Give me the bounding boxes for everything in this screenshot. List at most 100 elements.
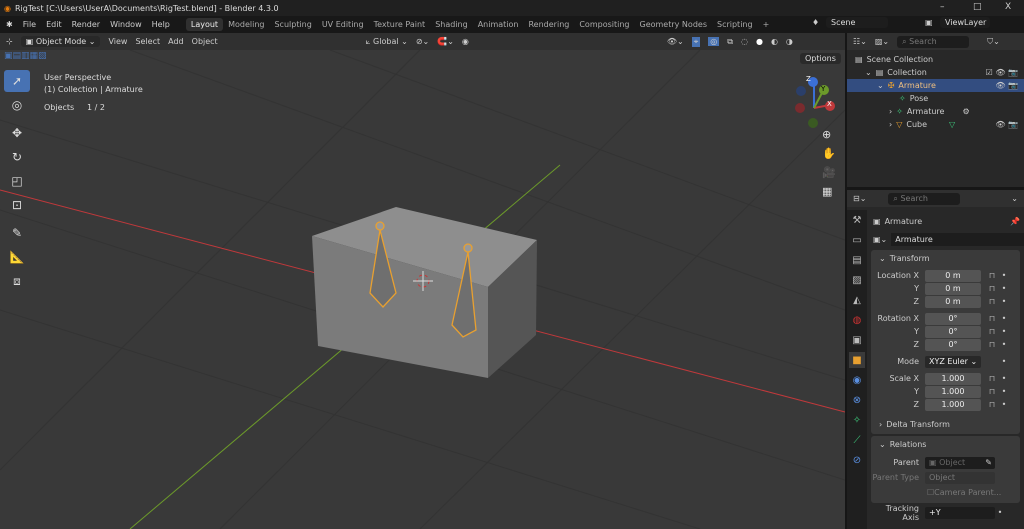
menu-select[interactable]: Select xyxy=(135,37,160,46)
editor-type-icon[interactable]: ⊹ xyxy=(6,37,13,46)
select-tool-icon[interactable]: ➚ xyxy=(4,70,30,92)
display-mode-icon[interactable]: ☷⌄ xyxy=(853,37,867,46)
armature-data-tab-icon[interactable]: ✧ xyxy=(849,412,865,428)
move-tool-icon[interactable]: ✥ xyxy=(4,122,30,144)
view-layer-selector[interactable]: ViewLayer xyxy=(940,17,990,28)
render-tab-icon[interactable]: ▭ xyxy=(849,232,865,248)
location-z-field[interactable]: 0 m xyxy=(925,295,981,308)
location-x-field[interactable]: 0 m xyxy=(925,269,981,282)
tab-scripting[interactable]: Scripting xyxy=(712,18,758,31)
tab-shading[interactable]: Shading xyxy=(430,18,473,31)
outliner-armature-object[interactable]: ⌄ ✠ Armature 👁 📷 xyxy=(847,79,1024,92)
parent-field[interactable]: ▣ Object ✎ xyxy=(925,456,995,469)
pin-icon[interactable]: 📌 xyxy=(1010,217,1024,226)
collection-tab-icon[interactable]: ▣ xyxy=(849,332,865,348)
view-layer-tab-icon[interactable]: ▨ xyxy=(849,272,865,288)
3d-viewport[interactable]: User Perspective (1) Collection | Armatu… xyxy=(0,50,845,529)
tab-animation[interactable]: Animation xyxy=(473,18,524,31)
menu-edit[interactable]: Edit xyxy=(46,20,62,29)
zoom-icon[interactable]: ⊕ xyxy=(822,128,836,141)
xray-icon[interactable]: ⧉ xyxy=(727,37,733,47)
scale-x-field[interactable]: 1.000 xyxy=(925,372,981,385)
rotation-x-field[interactable]: 0° xyxy=(925,312,981,325)
mode-dropdown[interactable]: ▣ Object Mode ⌄ xyxy=(20,36,101,47)
scene-selector[interactable]: Scene xyxy=(826,17,888,28)
gizmo-toggle-icon[interactable]: ⌖ xyxy=(691,36,701,47)
keyframe-dot-icon[interactable]: • xyxy=(999,284,1009,293)
pivot-icon[interactable]: ⊘⌄ xyxy=(416,37,429,46)
minimize-button[interactable]: – xyxy=(940,2,945,12)
outliner-cube[interactable]: › ▽ Cube ▽ 👁 📷 xyxy=(847,118,1024,131)
lock-icon[interactable]: ⊓ xyxy=(985,284,999,293)
lock-icon[interactable]: ⊓ xyxy=(985,297,999,306)
keyframe-dot-icon[interactable]: • xyxy=(999,374,1009,383)
lock-icon[interactable]: ⊓ xyxy=(985,400,999,409)
tab-uv-editing[interactable]: UV Editing xyxy=(317,18,369,31)
eyedropper-icon[interactable]: ✎ xyxy=(985,457,995,469)
keyframe-dot-icon[interactable]: • xyxy=(999,357,1009,366)
material-shading-icon[interactable]: ◐ xyxy=(771,37,778,46)
rendered-shading-icon[interactable]: ◑ xyxy=(786,37,793,46)
outliner-armature-data[interactable]: › ✧ Armature ⚙ xyxy=(847,105,1024,118)
visibility-controls[interactable]: 👁 📷 xyxy=(995,81,1024,90)
lock-icon[interactable]: ⊓ xyxy=(985,387,999,396)
outliner-scene-collection[interactable]: ▤ Scene Collection xyxy=(847,53,1024,66)
lock-icon[interactable]: ⊓ xyxy=(985,314,999,323)
measure-tool-icon[interactable]: 📐 xyxy=(4,246,30,268)
keyframe-dot-icon[interactable]: • xyxy=(999,340,1009,349)
scale-y-field[interactable]: 1.000 xyxy=(925,385,981,398)
blender-menu-icon[interactable]: ✱ xyxy=(6,20,13,29)
lock-icon[interactable]: ⊓ xyxy=(985,327,999,336)
world-tab-icon[interactable]: ◍ xyxy=(849,312,865,328)
tracking-axis-dropdown[interactable]: +Y xyxy=(925,506,995,519)
rotation-mode-dropdown[interactable]: XYZ Euler ⌄ xyxy=(925,355,981,368)
close-button[interactable]: X xyxy=(1005,2,1011,12)
keyframe-dot-icon[interactable]: • xyxy=(999,400,1009,409)
options-dropdown-icon[interactable]: ⌄ xyxy=(1011,194,1018,203)
tab-compositing[interactable]: Compositing xyxy=(574,18,634,31)
cursor-tool-icon[interactable]: ◎ xyxy=(4,94,30,116)
object-tab-icon[interactable]: ■ xyxy=(849,352,865,368)
keyframe-dot-icon[interactable]: • xyxy=(999,314,1009,323)
tab-rendering[interactable]: Rendering xyxy=(523,18,574,31)
camera-parent-checkbox[interactable]: ☐ xyxy=(927,488,934,497)
overlay-toggle-icon[interactable]: ◎ xyxy=(708,37,720,46)
rotation-z-field[interactable]: 0° xyxy=(925,338,981,351)
bone-tab-icon[interactable]: ⟋ xyxy=(849,432,865,448)
editor-type-icon[interactable]: ⊟⌄ xyxy=(853,194,866,203)
output-tab-icon[interactable]: ▤ xyxy=(849,252,865,268)
bone-constraints-tab-icon[interactable]: ⊘ xyxy=(849,452,865,468)
visibility-controls[interactable]: 👁 📷 xyxy=(995,120,1024,129)
lock-icon[interactable]: ⊓ xyxy=(985,374,999,383)
physics-tab-icon[interactable]: ◉ xyxy=(849,372,865,388)
lock-icon[interactable]: ⊓ xyxy=(985,271,999,280)
menu-add[interactable]: Add xyxy=(168,37,184,46)
tab-sculpting[interactable]: Sculpting xyxy=(269,18,316,31)
proportional-edit-icon[interactable]: ◉ xyxy=(462,37,469,46)
camera-view-icon[interactable]: 🎥 xyxy=(822,166,836,179)
delta-transform-subpanel[interactable]: › Delta Transform xyxy=(871,417,1020,431)
lock-icon[interactable]: ⊓ xyxy=(985,340,999,349)
outliner-collection[interactable]: ⌄ ▤ Collection ☑ 👁 📷 xyxy=(847,66,1024,79)
scale-z-field[interactable]: 1.000 xyxy=(925,398,981,411)
keyframe-dot-icon[interactable]: • xyxy=(995,508,1005,517)
menu-render[interactable]: Render xyxy=(72,20,100,29)
tab-geometry-nodes[interactable]: Geometry Nodes xyxy=(635,18,712,31)
transform-tool-icon[interactable]: ⊡ xyxy=(4,194,30,216)
constraints-tab-icon[interactable]: ⊗ xyxy=(849,392,865,408)
object-name-field[interactable]: Armature xyxy=(891,232,1024,246)
tab-texture-paint[interactable]: Texture Paint xyxy=(369,18,431,31)
rotate-tool-icon[interactable]: ↻ xyxy=(4,146,30,168)
cube-object[interactable] xyxy=(312,207,537,378)
pan-hand-icon[interactable]: ✋ xyxy=(822,147,836,160)
keyframe-dot-icon[interactable]: • xyxy=(999,271,1009,280)
menu-help[interactable]: Help xyxy=(152,20,170,29)
keyframe-dot-icon[interactable]: • xyxy=(999,297,1009,306)
keyframe-dot-icon[interactable]: • xyxy=(999,327,1009,336)
snap-icon[interactable]: 🧲⌄ xyxy=(437,37,454,46)
location-y-field[interactable]: 0 m xyxy=(925,282,981,295)
properties-search-input[interactable]: ⌕ Search xyxy=(888,192,961,205)
visibility-icon[interactable]: 👁⌄ xyxy=(667,37,684,46)
parent-type-dropdown[interactable]: Object xyxy=(925,471,995,484)
selection-mode-icons[interactable]: ▣▤▥▦▧ xyxy=(4,51,47,61)
